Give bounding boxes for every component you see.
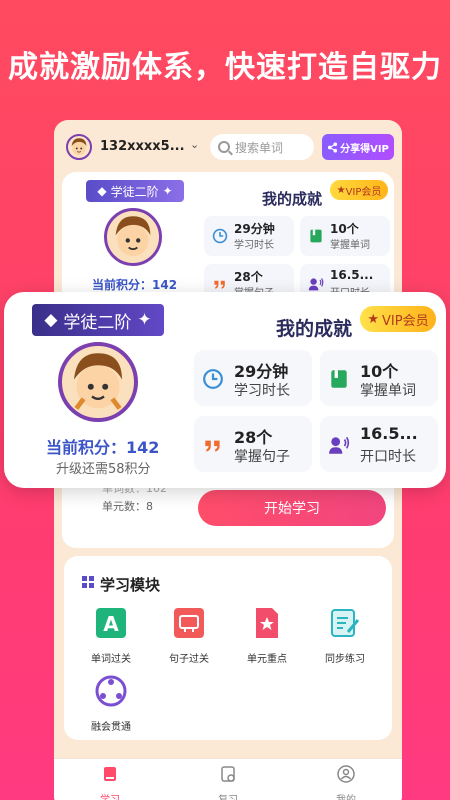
stat-value: 28个 [234,270,263,284]
diamond-icon: ◆ [97,184,107,198]
achievements-title: 我的成就 [262,190,323,208]
promo-headline: 成就激励体系，快速打造自驱力 [8,50,442,85]
modules-title: 学习模块 [100,576,161,594]
points-label: 当前积分：142 [92,278,178,292]
share-vip-button[interactable]: 分享得VIP [322,134,394,160]
svg-text:A: A [103,612,119,636]
star-doc-icon [256,608,278,638]
points-label: 当前积分：142 [46,438,160,457]
vip-badge[interactable]: ★ VIP会员 [330,180,388,200]
stat-label: 开口时长 [360,449,416,465]
clock-icon [212,228,228,244]
speak-icon [308,278,324,291]
book-icon [331,370,347,388]
book-icon [310,229,322,243]
quote-icon [205,440,220,452]
vip-badge-large[interactable]: ★ VIP会员 [360,306,436,332]
search-icon [218,141,230,153]
tab-label: 复习 [198,791,258,800]
user-tab-icon [337,765,355,783]
upgrade-hint: 升级还需58积分 [56,462,151,477]
level-label: 学徒二阶 [63,312,132,333]
achievement-popout-card: ◆ 学徒二阶 ✦ 当前积分：142 升级还需58积分 我的成就 ★ VIP会员 … [4,292,446,488]
user-avatar-large [58,342,138,422]
module-label: 同步练习 [325,654,365,665]
level-badge-large: ◆ 学徒二阶 ✦ [32,304,164,336]
tab-label: 我的 [316,791,376,800]
search-placeholder: 搜索单词 [235,140,284,155]
stat-value: 29分钟 [234,362,289,381]
stat-label: 掌握单词 [360,383,416,399]
module-word-pass[interactable]: A 单词过关 [76,606,146,665]
start-learning-button[interactable]: 开始学习 [198,490,386,526]
module-label: 单词过关 [91,654,131,665]
vip-label: VIP会员 [382,313,429,329]
stat-words: 10个 掌握单词 [320,350,438,406]
stat-value: 16.5... [330,268,374,282]
stat-speaking: 16.5... 开口时长 [320,416,438,472]
sparkle-icon: ✦ [162,184,173,198]
stat-sentences: 28个 掌握句子 [194,416,312,472]
module-sentence-pass[interactable]: 句子过关 [154,606,224,665]
stat-words: 10个 掌握单词 [300,216,390,256]
tab-learn[interactable]: 学习 [80,765,140,800]
stat-value: 28个 [234,428,273,447]
bottom-tab-bar: 学习 复习 我的 [54,758,402,800]
user-avatar [104,208,162,266]
diamond-icon: ◆ [44,310,58,330]
achievements-title: 我的成就 [276,318,353,340]
module-label: 单元重点 [247,654,287,665]
stat-value: 10个 [360,362,399,381]
search-input[interactable]: 搜索单词 [210,134,314,160]
quote-icon [214,280,225,289]
module-practice[interactable]: 同步练习 [310,606,380,665]
tab-mine[interactable]: 我的 [316,765,376,800]
account-name[interactable]: 132xxxx5... [100,139,185,154]
book-tab-icon [104,767,116,781]
stat-label: 掌握单词 [330,240,370,251]
sentence-icon [174,608,204,638]
module-label: 融会贯通 [91,722,131,733]
module-label: 句子过关 [169,654,209,665]
share-vip-label: 分享得VIP [340,143,389,155]
level-badge: ◆ 学徒二阶 ✦ [86,180,184,202]
stat-label: 掌握句子 [234,449,290,465]
level-label: 学徒二阶 [110,184,159,199]
clock-icon [203,369,223,389]
practice-icon [331,609,360,637]
top-bar: 132xxxx5... ⌄ 搜索单词 分享得VIP [54,130,402,166]
chevron-down-icon[interactable]: ⌄ [190,138,199,151]
tab-label: 学习 [80,791,140,800]
stat-study-time: 29分钟 学习时长 [204,216,294,256]
letter-a-icon: A [96,608,126,638]
tab-review[interactable]: 复习 [198,765,258,800]
vip-label: VIP会员 [345,186,382,198]
module-integrate[interactable]: 融会贯通 [76,674,146,733]
modules-card: 学习模块 A 单词过关 句子过关 单元重点 同步练习 融会贯通 [64,556,392,740]
stat-label: 学习时长 [234,383,290,399]
stat-value: 16.5... [360,424,418,443]
stat-value: 29分钟 [234,222,275,236]
stat-value: 10个 [330,222,359,236]
module-unit-key[interactable]: 单元重点 [232,606,302,665]
review-tab-icon [221,766,235,782]
share-icon [328,141,338,153]
units-count: 单元数：8 [102,500,153,513]
sparkle-icon: ✦ [137,310,152,330]
stat-label: 学习时长 [234,240,274,251]
stat-study-time: 29分钟 学习时长 [194,350,312,406]
speak-icon [329,436,350,454]
account-avatar[interactable] [66,134,92,160]
circle-arrows-icon [95,675,127,707]
grid-icon [82,576,94,588]
